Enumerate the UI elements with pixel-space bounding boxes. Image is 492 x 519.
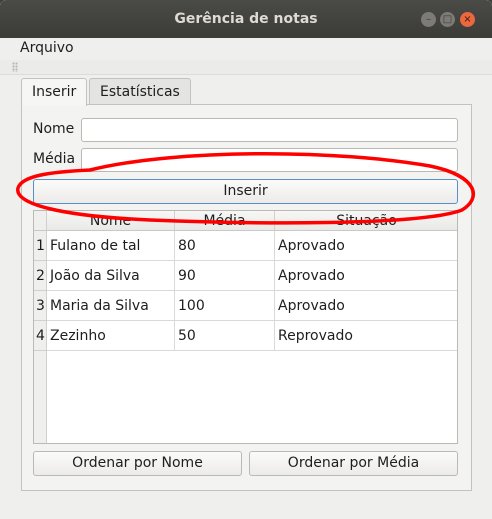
table-cell-nome[interactable]: João da Silva xyxy=(47,261,175,291)
table-cell-nome[interactable]: Zezinho xyxy=(47,321,175,351)
tab-estatisticas[interactable]: Estatísticas xyxy=(89,78,191,105)
media-input[interactable] xyxy=(81,148,458,172)
media-label: Média xyxy=(33,151,76,167)
nome-input[interactable] xyxy=(81,118,458,142)
app-window: Gerência de notas – □ × Arquivo Inserir … xyxy=(0,0,492,519)
table-cell-situacao[interactable]: Aprovado xyxy=(275,291,457,321)
table-cell-media[interactable]: 90 xyxy=(175,261,275,291)
sort-by-name-button[interactable]: Ordenar por Nome xyxy=(33,451,242,476)
table-cell-media[interactable]: 80 xyxy=(175,231,275,261)
column-header-nome[interactable]: Nome xyxy=(47,211,175,231)
row-header[interactable]: 4 xyxy=(34,321,47,351)
column-header-situacao[interactable]: Situação xyxy=(275,211,457,231)
table-cell-media[interactable]: 50 xyxy=(175,321,275,351)
table-cell-nome[interactable]: Fulano de tal xyxy=(47,231,175,261)
row-header[interactable]: 3 xyxy=(34,291,47,321)
inserir-button[interactable]: Inserir xyxy=(33,179,458,204)
row-header[interactable]: 1 xyxy=(34,231,47,261)
grades-table[interactable]: Nome Média Situação 1 Fulano de tal 80 A… xyxy=(33,210,458,444)
toolbar-grip-icon[interactable] xyxy=(12,62,18,72)
title-bar[interactable]: Gerência de notas – □ × xyxy=(0,0,492,38)
menu-bar: Arquivo xyxy=(0,38,492,60)
menu-arquivo[interactable]: Arquivo xyxy=(20,40,74,56)
window-title: Gerência de notas xyxy=(174,11,318,27)
table-cell-situacao[interactable]: Aprovado xyxy=(275,261,457,291)
table-cell-situacao[interactable]: Reprovado xyxy=(275,321,457,351)
tab-inserir[interactable]: Inserir xyxy=(21,78,88,106)
table-corner[interactable] xyxy=(34,211,47,231)
table-cell-situacao[interactable]: Aprovado xyxy=(275,231,457,261)
row-header[interactable]: 2 xyxy=(34,261,47,291)
close-icon[interactable]: × xyxy=(460,12,475,27)
table-cell-media[interactable]: 100 xyxy=(175,291,275,321)
maximize-icon[interactable]: □ xyxy=(440,12,455,27)
table-cell-nome[interactable]: Maria da Silva xyxy=(47,291,175,321)
sort-by-media-button[interactable]: Ordenar por Média xyxy=(249,451,458,476)
nome-label: Nome xyxy=(33,121,75,137)
toolbar-strip xyxy=(0,60,492,75)
column-header-media[interactable]: Média xyxy=(175,211,275,231)
minimize-icon[interactable]: – xyxy=(421,12,436,27)
